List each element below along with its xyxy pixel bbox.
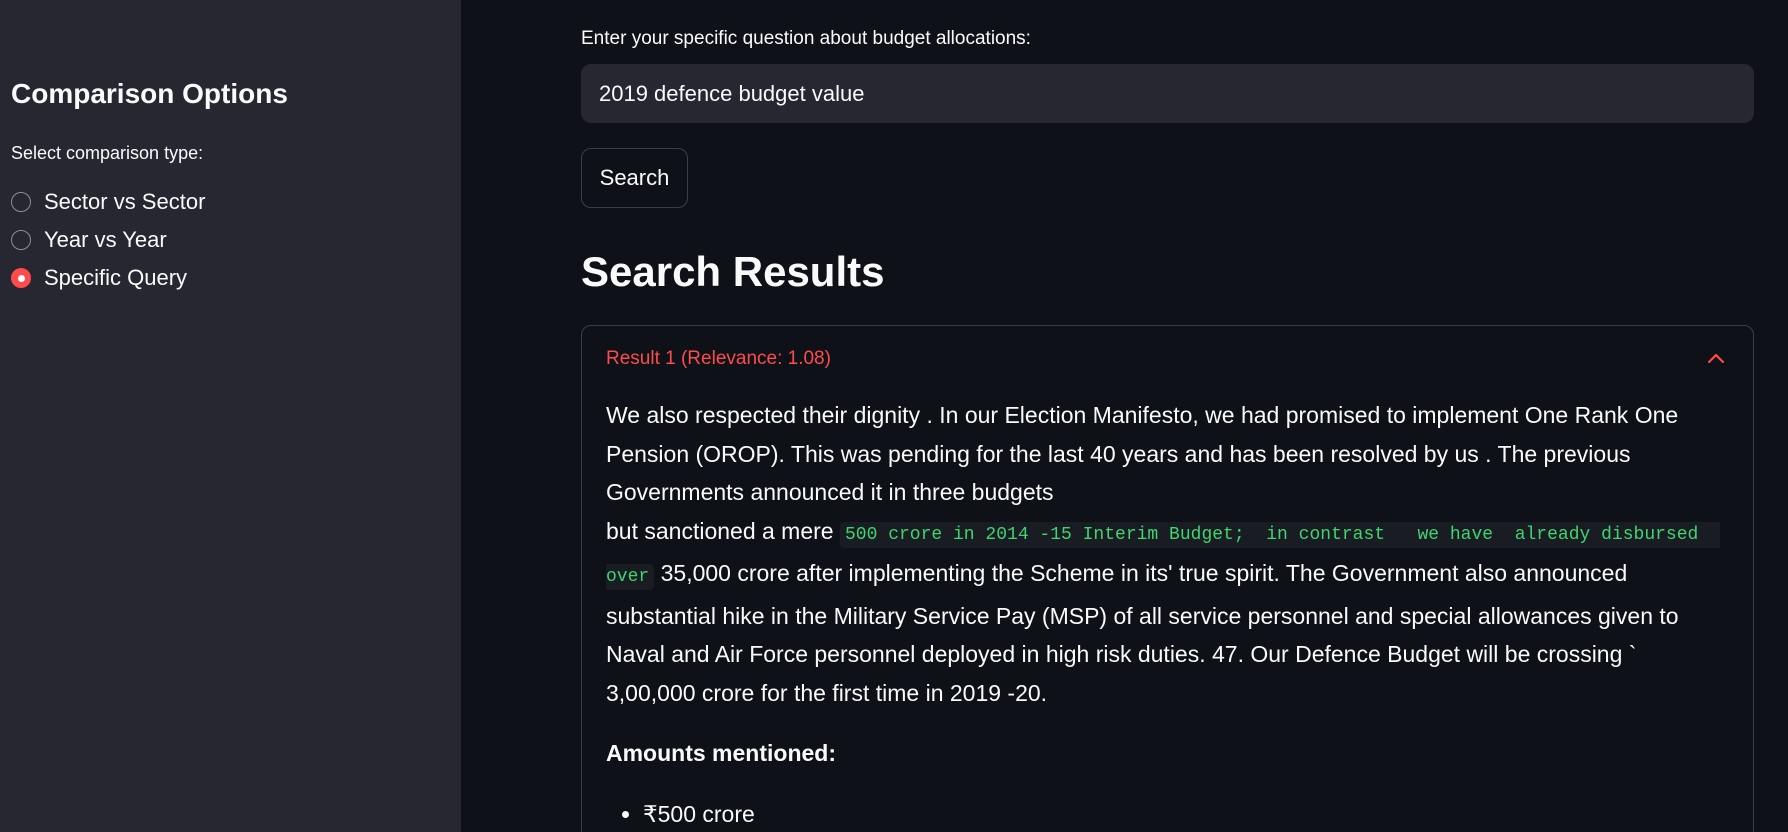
radio-option-label: Sector vs Sector — [44, 189, 206, 214]
result-expander: Result 1 (Relevance: 1.08) We also respe… — [581, 325, 1754, 832]
radio-unchecked-icon[interactable] — [11, 192, 31, 212]
result-header[interactable]: Result 1 (Relevance: 1.08) — [606, 348, 831, 370]
result-text-suffix: 35,000 crore after implementing the Sche… — [606, 560, 1679, 706]
radio-option-sector-vs-sector[interactable]: Sector vs Sector — [11, 183, 205, 221]
radio-option-label: Specific Query — [44, 265, 188, 290]
list-item: ₹500 crore — [643, 795, 1731, 832]
main-content: Enter your specific question about budge… — [461, 0, 1788, 832]
comparison-type-radio-group: Sector vs Sector Year vs Year Specific Q… — [11, 183, 205, 297]
radio-unchecked-icon[interactable] — [11, 230, 31, 250]
chevron-up-icon[interactable] — [1707, 352, 1725, 364]
radio-option-year-vs-year[interactable]: Year vs Year — [11, 221, 205, 259]
result-text-prefix: but sanctioned a mere — [606, 517, 840, 544]
question-label: Enter your specific question about budge… — [581, 28, 1031, 49]
amounts-list: ₹500 crore — [606, 795, 1731, 832]
radio-option-label: Year vs Year — [44, 227, 167, 252]
app-root: Comparison Options Select comparison typ… — [0, 0, 1788, 832]
search-results-title: Search Results — [581, 248, 885, 295]
result-paragraph: We also respected their dignity . In our… — [606, 402, 1679, 505]
comparison-type-label: Select comparison type: — [11, 143, 204, 163]
question-input[interactable] — [581, 64, 1754, 123]
result-body: We also respected their dignity . In our… — [606, 396, 1731, 832]
sidebar-title: Comparison Options — [11, 78, 288, 109]
radio-option-specific-query[interactable]: Specific Query — [11, 259, 205, 297]
sidebar: Comparison Options Select comparison typ… — [0, 0, 461, 832]
radio-checked-icon[interactable] — [11, 268, 31, 288]
result-paragraph: but sanctioned a mere 500 crore in 2014 … — [606, 512, 1731, 713]
search-button[interactable]: Search — [581, 148, 688, 208]
amounts-title: Amounts mentioned: — [606, 740, 836, 766]
